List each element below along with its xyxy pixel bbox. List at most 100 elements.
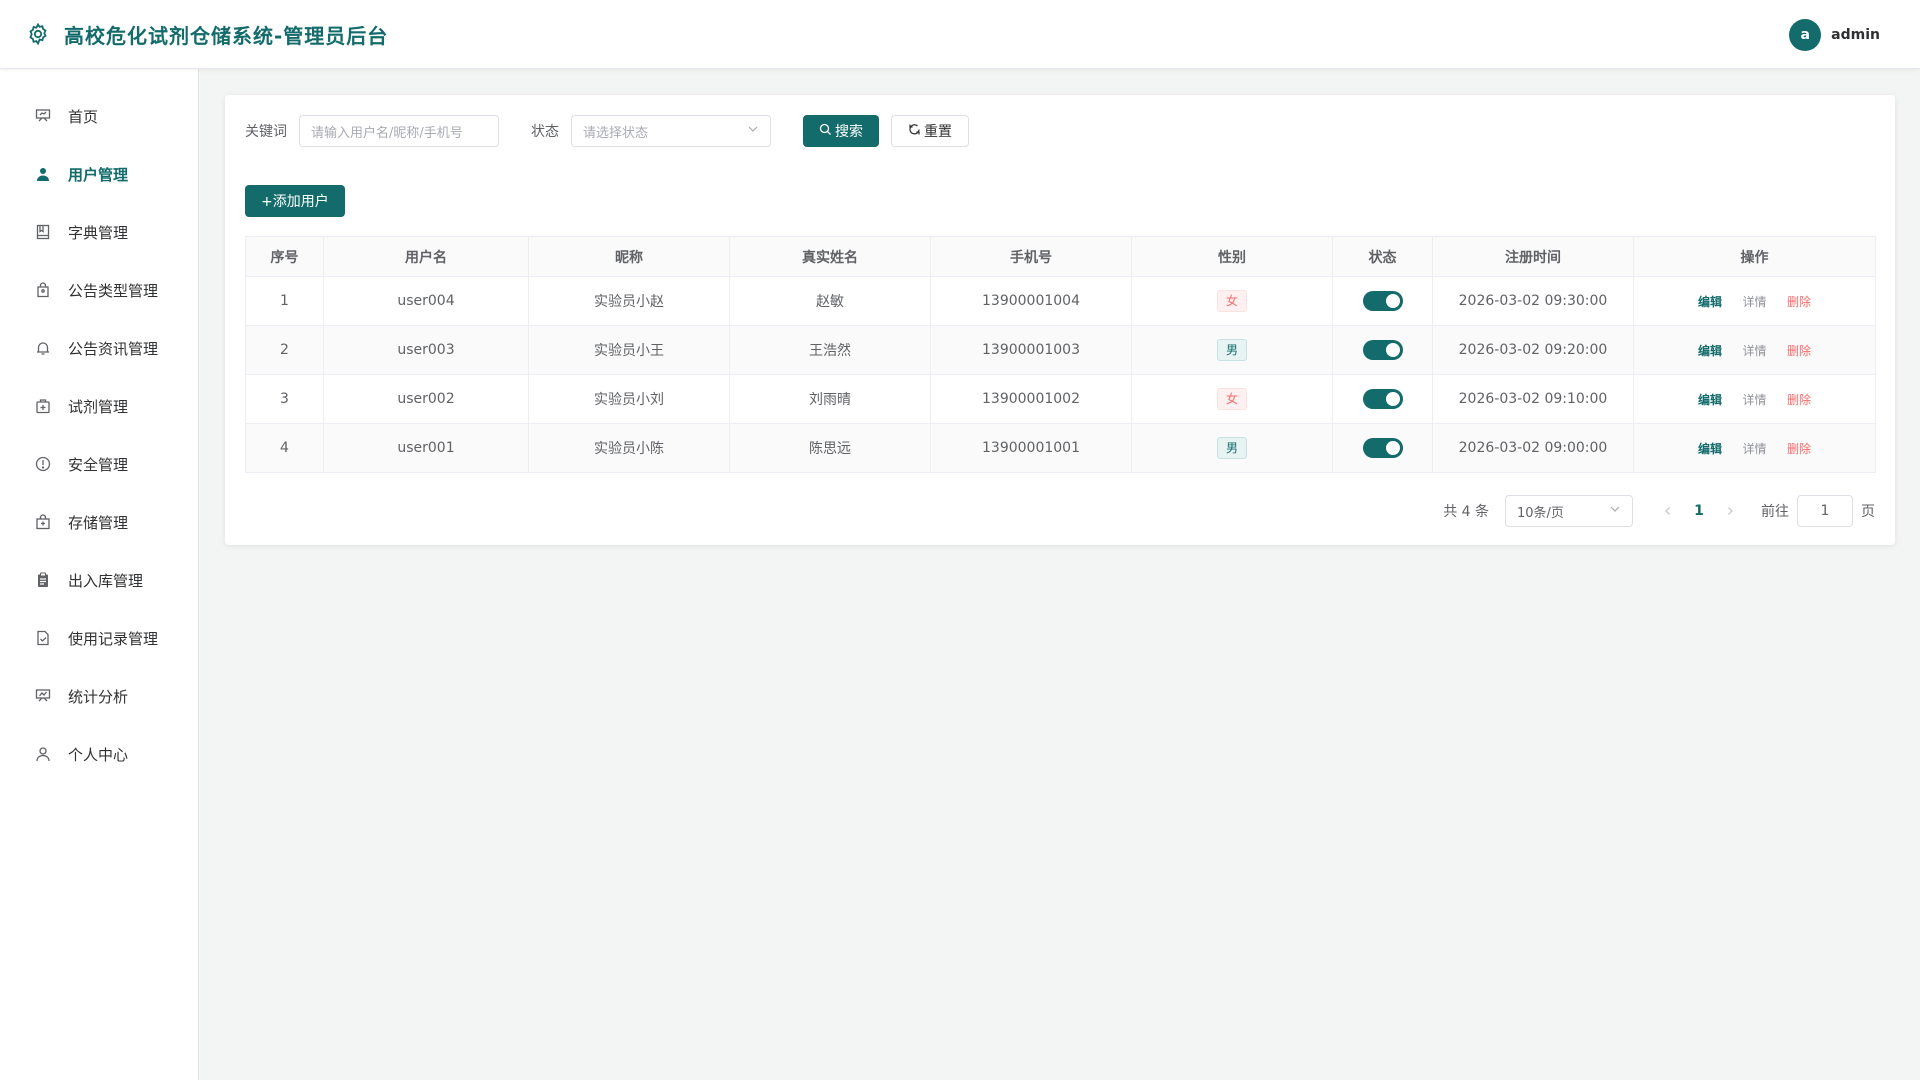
detail-button[interactable]: 详情 — [1742, 295, 1766, 309]
username[interactable]: admin — [1831, 27, 1880, 43]
gender-tag: 女 — [1216, 290, 1247, 312]
sidebar-item-inout[interactable]: 出入库管理 — [0, 551, 198, 609]
keyword-input[interactable]: 请输入用户名/昵称/手机号 — [299, 115, 499, 147]
cell-actions: 编辑 详情 删除 — [1633, 374, 1876, 424]
cell-actions: 编辑 详情 删除 — [1633, 276, 1876, 326]
status-placeholder: 请选择状态 — [583, 125, 649, 141]
edit-button[interactable]: 编辑 — [1698, 393, 1722, 407]
sidebar-item-storage[interactable]: 存储管理 — [0, 493, 198, 551]
cell-registered: 2026-03-02 09:10:00 — [1432, 374, 1634, 424]
sidebar-item-label: 出入库管理 — [68, 571, 144, 590]
sidebar-item-notice-types[interactable]: 公告类型管理 — [0, 261, 198, 319]
status-label: 状态 — [531, 124, 559, 140]
sidebar-item-users[interactable]: 用户管理 — [0, 145, 198, 203]
cell-registered: 2026-03-02 09:30:00 — [1432, 276, 1634, 326]
edit-button[interactable]: 编辑 — [1698, 344, 1722, 358]
bell-icon — [34, 339, 52, 357]
filter-bar: 关键词 请输入用户名/昵称/手机号 状态 请选择状态 搜索 重置 — [245, 115, 969, 147]
chart-board-icon — [34, 687, 52, 705]
delete-button[interactable]: 删除 — [1787, 344, 1811, 358]
detail-button[interactable]: 详情 — [1742, 442, 1766, 456]
status-toggle[interactable] — [1362, 291, 1403, 311]
avatar[interactable]: a — [1789, 19, 1822, 51]
column-header: 用户名 — [323, 236, 529, 277]
page-size-value: 10条/页 — [1517, 505, 1564, 521]
sidebar-item-label: 公告资讯管理 — [68, 339, 159, 358]
status-toggle[interactable] — [1362, 389, 1403, 409]
sidebar-item-statistics[interactable]: 统计分析 — [0, 667, 198, 725]
reset-button[interactable]: 重置 — [891, 115, 969, 147]
goto-page-input[interactable]: 1 — [1797, 495, 1853, 527]
sidebar-item-home[interactable]: 首页 — [0, 87, 198, 145]
cell-gender: 男 — [1131, 325, 1333, 375]
cell-actions: 编辑 详情 删除 — [1633, 325, 1876, 375]
chevron-down-icon — [1609, 503, 1621, 519]
cell-gender: 男 — [1131, 423, 1333, 473]
goto-label: 前往 — [1761, 504, 1789, 520]
gender-tag: 女 — [1216, 388, 1247, 410]
cell-realname: 陈思远 — [729, 423, 931, 473]
keyword-placeholder: 请输入用户名/昵称/手机号 — [311, 125, 463, 141]
delete-button[interactable]: 删除 — [1787, 295, 1811, 309]
table-row: 2 user003 实验员小王 王浩然 13900001003 男 2026-0… — [245, 325, 1876, 375]
edit-button[interactable]: 编辑 — [1698, 295, 1722, 309]
page-suffix: 页 — [1861, 504, 1875, 520]
column-header: 状态 — [1332, 236, 1433, 277]
reset-button-label: 重置 — [924, 124, 952, 140]
cell-phone: 13900001001 — [930, 423, 1132, 473]
document-check-icon — [34, 629, 52, 647]
next-page-button[interactable] — [1715, 506, 1745, 516]
gender-tag: 男 — [1216, 437, 1247, 459]
add-user-button[interactable]: +添加用户 — [245, 185, 345, 217]
cell-username: user001 — [323, 423, 529, 473]
edit-button[interactable]: 编辑 — [1698, 442, 1722, 456]
delete-button[interactable]: 删除 — [1787, 442, 1811, 456]
sidebar-item-label: 使用记录管理 — [68, 629, 159, 648]
gender-tag: 男 — [1216, 339, 1247, 361]
presentation-board-icon — [34, 107, 52, 125]
clipboard-icon — [34, 571, 52, 589]
sidebar-item-safety[interactable]: 安全管理 — [0, 435, 198, 493]
sidebar-item-label: 首页 — [68, 107, 99, 126]
status-toggle[interactable] — [1362, 438, 1403, 458]
cell-nickname: 实验员小陈 — [528, 423, 730, 473]
prev-page-button[interactable] — [1653, 506, 1683, 516]
brand: 高校危化试剂仓储系统-管理员后台 — [26, 20, 388, 49]
top-header: 高校危化试剂仓储系统-管理员后台 a admin — [0, 0, 1920, 69]
status-select[interactable]: 请选择状态 — [571, 115, 771, 147]
cell-phone: 13900001003 — [930, 325, 1132, 375]
cell-gender: 女 — [1131, 276, 1333, 326]
user-outline-icon — [34, 745, 52, 763]
cell-status — [1332, 276, 1433, 326]
search-button[interactable]: 搜索 — [803, 115, 879, 147]
detail-button[interactable]: 详情 — [1742, 393, 1766, 407]
column-header: 操作 — [1633, 236, 1876, 277]
status-toggle[interactable] — [1362, 340, 1403, 360]
sidebar-item-reagents[interactable]: 试剂管理 — [0, 377, 198, 435]
user-menu[interactable]: a admin — [1789, 19, 1880, 51]
sidebar-item-label: 公告类型管理 — [68, 281, 159, 300]
column-header: 手机号 — [930, 236, 1132, 277]
sidebar-item-profile[interactable]: 个人中心 — [0, 725, 198, 783]
page-size-select[interactable]: 10条/页 — [1505, 495, 1633, 527]
app-title: 高校危化试剂仓储系统-管理员后台 — [64, 23, 389, 48]
user-table: 序号 用户名 昵称 真实姓名 手机号 性别 状态 注册时间 操作 1 user0… — [245, 236, 1876, 473]
first-aid-kit-icon — [34, 397, 52, 415]
sidebar: 首页 用户管理 字典管理 公告类型管理 公告资讯管理 试剂管理 安全管理 存储管… — [0, 69, 199, 1080]
cell-gender: 女 — [1131, 374, 1333, 424]
page-number-current[interactable]: 1 — [1683, 503, 1715, 519]
delete-button[interactable]: 删除 — [1787, 393, 1811, 407]
cell-nickname: 实验员小刘 — [528, 374, 730, 424]
detail-button[interactable]: 详情 — [1742, 344, 1766, 358]
gear-icon — [26, 22, 50, 46]
user-icon — [34, 165, 52, 183]
warning-circle-icon — [34, 455, 52, 473]
cell-registered: 2026-03-02 09:00:00 — [1432, 423, 1634, 473]
sidebar-item-notices[interactable]: 公告资讯管理 — [0, 319, 198, 377]
cell-index: 3 — [245, 374, 324, 424]
sidebar-item-dictionary[interactable]: 字典管理 — [0, 203, 198, 261]
cell-username: user002 — [323, 374, 529, 424]
sidebar-item-usage-records[interactable]: 使用记录管理 — [0, 609, 198, 667]
cell-username: user004 — [323, 276, 529, 326]
cell-realname: 王浩然 — [729, 325, 931, 375]
